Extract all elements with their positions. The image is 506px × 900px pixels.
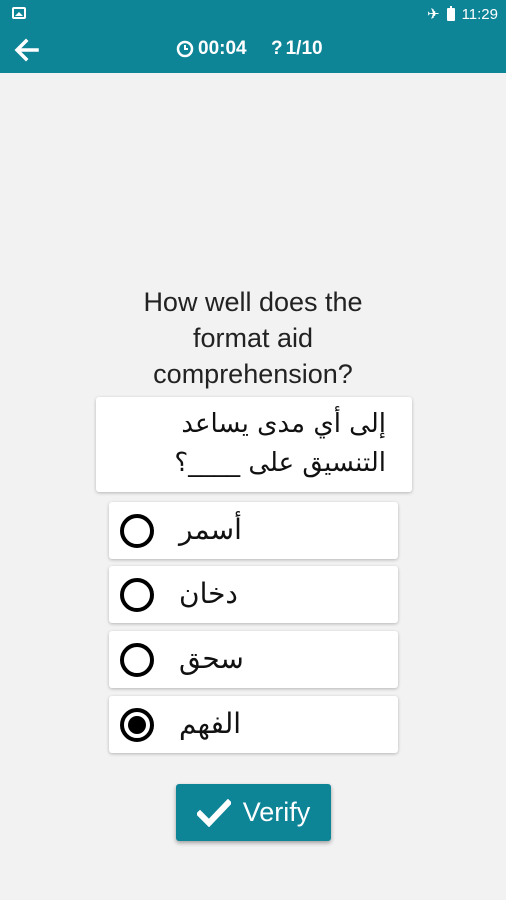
radio-button-selected[interactable] [120,708,154,742]
radio-button[interactable] [120,514,154,548]
verify-label: Verify [242,797,311,827]
question-arabic-line1: إلى أي مدى يساعد [181,409,386,439]
arrow-left-icon [14,38,39,62]
verify-button[interactable]: Verify [176,784,331,841]
status-bar: ✈ 11:29 [0,0,506,28]
back-button[interactable] [10,34,42,66]
option-label: أسمر [179,513,242,546]
question-english: How well does the format aid comprehensi… [143,287,363,389]
radio-button[interactable] [120,578,154,612]
question-progress: ? 1/10 [271,38,323,60]
option-label: سحق [179,642,244,675]
question-arabic-line2: التنسيق على ____؟ [174,448,386,478]
progress-value: 1/10 [285,38,323,59]
airplane-icon: ✈ [426,5,440,23]
check-icon [196,798,231,827]
status-indicators: ✈ 11:29 [427,4,498,24]
option-3[interactable]: سحق [109,631,398,688]
battery-icon [446,5,455,21]
radio-button[interactable] [120,643,154,677]
timer-value: 00:04 [198,38,247,59]
option-label: الفهم [179,707,242,740]
clock-icon [176,40,194,58]
option-2[interactable]: دخان [109,566,398,623]
question-arabic-card: إلى أي مدى يساعد التنسيق على ____؟ [96,397,412,492]
option-1[interactable]: أسمر [109,502,398,559]
question-icon: ? [271,38,283,59]
app-bar: 00:04 ? 1/10 [0,28,506,73]
option-4[interactable]: الفهم [109,696,398,753]
image-icon [12,7,26,19]
status-time: 11:29 [461,5,498,23]
timer: 00:04 [176,38,247,60]
option-label: دخان [179,577,238,610]
